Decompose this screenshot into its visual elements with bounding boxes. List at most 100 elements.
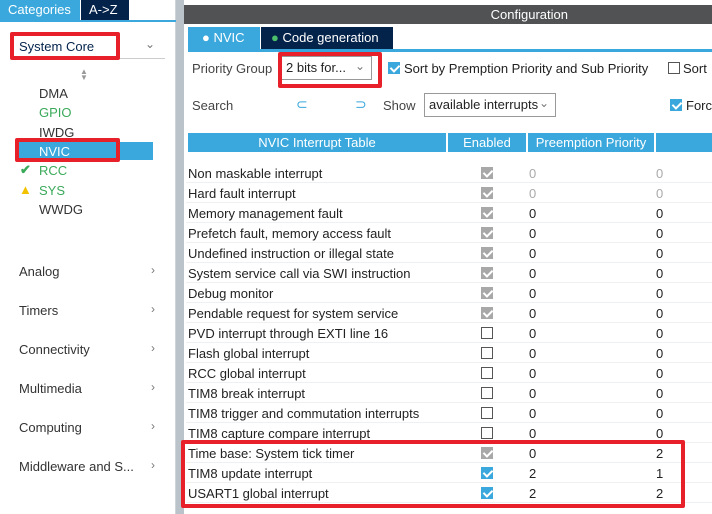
preemption-priority[interactable]: 0 (529, 206, 536, 221)
preemption-priority[interactable]: 0 (529, 426, 536, 441)
peripheral-rcc[interactable]: RCC (39, 163, 67, 178)
sub-priority[interactable]: 0 (656, 166, 663, 181)
table-row[interactable]: Pendable request for system service 0 0 (186, 303, 712, 323)
sub-priority[interactable]: 0 (656, 406, 663, 421)
sub-priority[interactable]: 0 (656, 386, 663, 401)
enabled-checkbox[interactable] (481, 347, 493, 359)
sub-priority[interactable]: 0 (656, 286, 663, 301)
tab-categories[interactable]: Categories (0, 0, 80, 20)
sub-priority[interactable]: 0 (656, 266, 663, 281)
preemption-priority[interactable]: 0 (529, 346, 536, 361)
table-row[interactable]: RCC global interrupt 0 0 (186, 363, 712, 383)
category-item[interactable]: Connectivity › (0, 341, 165, 361)
enabled-checkbox[interactable] (481, 387, 493, 399)
interrupt-name: Undefined instruction or illegal state (188, 246, 394, 261)
tab-underline (188, 49, 712, 52)
preemption-priority[interactable]: 0 (529, 186, 536, 201)
interrupt-name: TIM8 trigger and commutation interrupts (188, 406, 420, 421)
enabled-checkbox (481, 267, 493, 279)
table-row[interactable]: System service call via SWI instruction … (186, 263, 712, 283)
enabled-checkbox[interactable] (481, 427, 493, 439)
table-row[interactable]: Flash global interrupt 0 0 (186, 343, 712, 363)
show-value: available interrupts (429, 97, 539, 112)
preemption-priority[interactable]: 0 (529, 266, 536, 281)
preemption-priority[interactable]: 0 (529, 246, 536, 261)
preemption-priority[interactable]: 0 (529, 386, 536, 401)
interrupt-name: Hard fault interrupt (188, 186, 296, 201)
chevron-right-icon: › (151, 419, 155, 433)
sub-priority[interactable]: 0 (656, 306, 663, 321)
category-item[interactable]: Computing › (0, 419, 165, 439)
column-header-enabled[interactable]: Enabled (448, 133, 526, 152)
interrupt-name: System service call via SWI instruction (188, 266, 411, 281)
table-row[interactable]: Prefetch fault, memory access fault 0 0 (186, 223, 712, 243)
chevron-right-icon: › (151, 263, 155, 277)
search-next-icon[interactable]: ⊃ (355, 96, 367, 113)
table-row[interactable]: Hard fault interrupt 0 0 (186, 183, 712, 203)
highlight-box (10, 32, 120, 60)
category-label: Timers (19, 303, 59, 318)
enabled-checkbox[interactable] (481, 327, 493, 339)
peripheral-wwdg[interactable]: WWDG (39, 202, 83, 217)
category-item[interactable]: Timers › (0, 302, 165, 322)
preemption-priority[interactable]: 0 (529, 286, 536, 301)
category-item[interactable]: Analog › (0, 263, 165, 283)
chevron-down-icon: ⌄ (144, 37, 155, 51)
sort-checkbox[interactable] (388, 62, 400, 74)
tab-code-generation[interactable]: ● Code generation (261, 27, 393, 49)
enabled-checkbox (481, 307, 493, 319)
sub-priority[interactable]: 0 (656, 206, 663, 221)
sub-priority[interactable]: 0 (656, 226, 663, 241)
tab-underline (0, 20, 176, 22)
table-row[interactable]: Debug monitor 0 0 (186, 283, 712, 303)
column-header-preemption[interactable]: Preemption Priority (528, 133, 654, 152)
column-header-name[interactable]: NVIC Interrupt Table (188, 133, 446, 152)
interrupt-name: RCC global interrupt (188, 366, 306, 381)
tab-a-z[interactable]: A->Z (81, 0, 129, 20)
show-select[interactable]: available interrupts ⌄ (424, 93, 556, 117)
force-label: Forc (686, 98, 712, 113)
table-row[interactable]: TIM8 break interrupt 0 0 (186, 383, 712, 403)
splitter[interactable] (176, 0, 184, 514)
peripheral-gpio[interactable]: GPIO (39, 105, 72, 120)
tab-nvic[interactable]: ● NVIC (188, 27, 260, 49)
search-prev-icon[interactable]: ⊂ (296, 96, 308, 113)
peripheral-sys[interactable]: SYS (39, 183, 65, 198)
enabled-checkbox[interactable] (481, 367, 493, 379)
sub-priority[interactable]: 0 (656, 186, 663, 201)
sub-priority[interactable]: 0 (656, 246, 663, 261)
sub-priority[interactable]: 0 (656, 426, 663, 441)
categories-panel: Categories A->Z System Core ⌄ ▲ ▼ DMA GPIO… (0, 0, 176, 514)
sort-arrows-icon[interactable]: ▲ ▼ (80, 68, 88, 82)
preemption-priority[interactable]: 0 (529, 166, 536, 181)
enabled-checkbox[interactable] (481, 407, 493, 419)
force-checkbox[interactable] (670, 99, 682, 111)
sort-label: Sort by Premption Priority and Sub Prior… (404, 61, 649, 76)
sort2-checkbox[interactable] (668, 62, 680, 74)
show-label: Show (383, 98, 416, 113)
column-header-sub[interactable] (656, 133, 712, 152)
category-item[interactable]: Multimedia › (0, 380, 165, 400)
table-row[interactable]: Memory management fault 0 0 (186, 203, 712, 223)
table-row[interactable]: Undefined instruction or illegal state 0… (186, 243, 712, 263)
sub-priority[interactable]: 0 (656, 346, 663, 361)
category-item[interactable]: Middleware and S... › (0, 458, 165, 478)
preemption-priority[interactable]: 0 (529, 306, 536, 321)
category-label: Computing (19, 420, 82, 435)
category-label: Connectivity (19, 342, 90, 357)
table-row[interactable]: Non maskable interrupt 0 0 (186, 163, 712, 183)
tab-label: NVIC (213, 30, 245, 45)
category-label: Multimedia (19, 381, 82, 396)
preemption-priority[interactable]: 0 (529, 326, 536, 341)
preemption-priority[interactable]: 0 (529, 406, 536, 421)
sub-priority[interactable]: 0 (656, 366, 663, 381)
table-row[interactable]: PVD interrupt through EXTI line 16 0 0 (186, 323, 712, 343)
sub-priority[interactable]: 0 (656, 326, 663, 341)
enabled-checkbox (481, 187, 493, 199)
enabled-checkbox (481, 167, 493, 179)
chevron-right-icon: › (151, 341, 155, 355)
preemption-priority[interactable]: 0 (529, 226, 536, 241)
table-row[interactable]: TIM8 trigger and commutation interrupts … (186, 403, 712, 423)
preemption-priority[interactable]: 0 (529, 366, 536, 381)
peripheral-dma[interactable]: DMA (39, 86, 68, 101)
